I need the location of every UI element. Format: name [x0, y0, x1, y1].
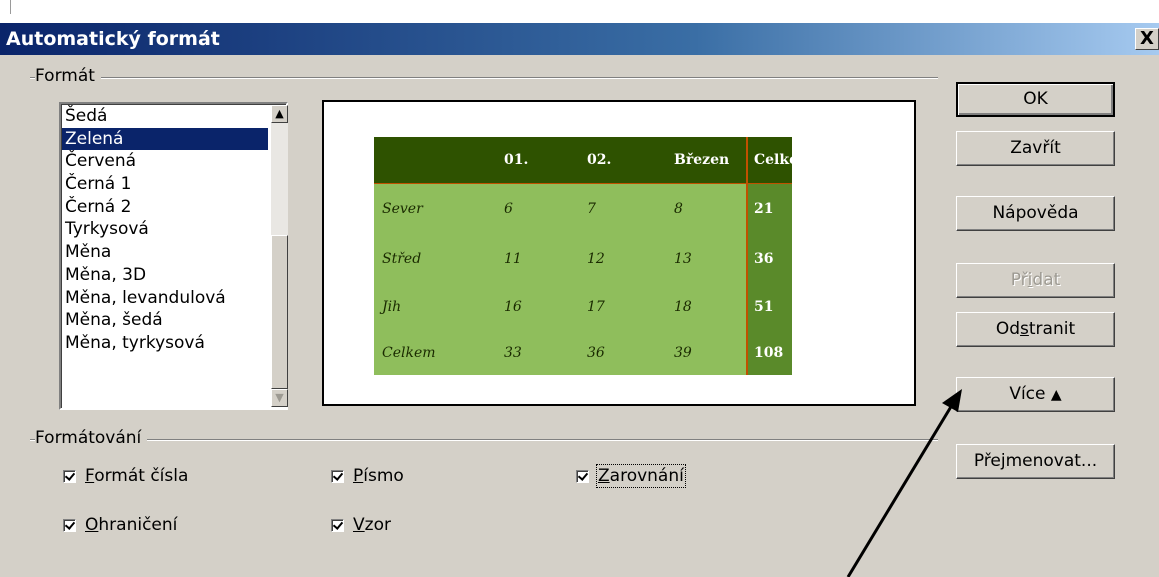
annotation-arrow-head [942, 389, 962, 412]
annotation-arrow-line [846, 404, 954, 577]
annotation-arrow [846, 389, 962, 577]
autoformat-dialog: Automatický formát X Formát Šedá Zelená Če… [0, 0, 1159, 577]
